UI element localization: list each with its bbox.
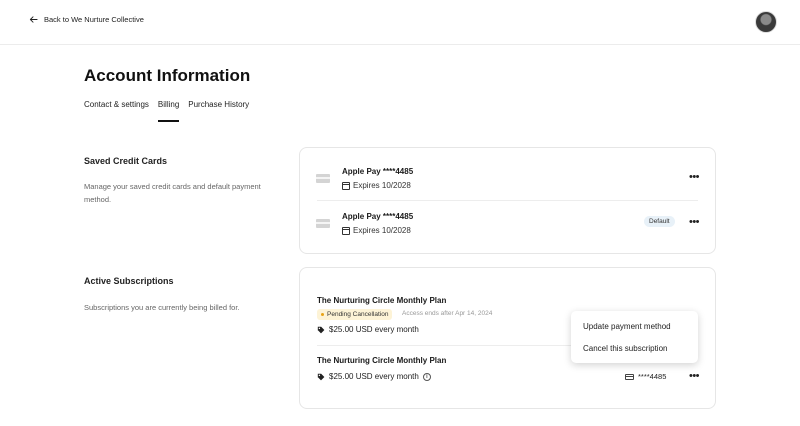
subscription-card-last4: ****4485 xyxy=(638,372,667,381)
subscription-price: $25.00 USD every month i xyxy=(317,372,431,381)
tab-billing[interactable]: Billing xyxy=(157,100,180,122)
credit-card-expiry-label: Expires 10/2028 xyxy=(353,181,411,190)
credit-card-expiry-label: Expires 10/2028 xyxy=(353,226,411,235)
credit-card-icon xyxy=(625,373,634,380)
price-tag-icon xyxy=(317,373,325,380)
subscription-price-label: $25.00 USD every month xyxy=(329,372,419,381)
credit-card-row: Apple Pay ****4485 Expires 10/2028 ••• xyxy=(300,148,715,193)
price-tag-icon xyxy=(317,326,325,333)
calendar-icon xyxy=(342,226,350,235)
saved-cards-description: Manage your saved credit cards and defau… xyxy=(84,182,261,204)
subscriptions-title: Active Subscriptions xyxy=(84,276,174,286)
subscriptions-description: Subscriptions you are currently being bi… xyxy=(84,303,240,312)
default-badge: Default xyxy=(644,216,675,227)
credit-card-name: Apple Pay ****4485 xyxy=(342,212,414,221)
saved-cards-card: Apple Pay ****4485 Expires 10/2028 ••• A… xyxy=(299,147,716,254)
status-dot xyxy=(321,313,324,316)
credit-card-expiry: Expires 10/2028 xyxy=(342,226,411,235)
back-link-label: Back to We Nurture Collective xyxy=(44,15,144,24)
subscription-price: $25.00 USD every month xyxy=(317,325,419,334)
avatar[interactable] xyxy=(755,11,777,33)
subscription-payment-card: ****4485 xyxy=(625,372,666,381)
card-more-button[interactable]: ••• xyxy=(687,217,701,228)
info-icon[interactable]: i xyxy=(422,372,431,381)
tab-contact-settings[interactable]: Contact & settings xyxy=(84,100,149,122)
back-link[interactable]: Back to We Nurture Collective xyxy=(29,15,144,24)
credit-card-icon xyxy=(316,174,330,183)
credit-card-expiry: Expires 10/2028 xyxy=(342,181,411,190)
credit-card-name: Apple Pay ****4485 xyxy=(342,167,414,176)
subscription-actions-menu: Update payment method Cancel this subscr… xyxy=(571,311,698,363)
access-note: Access ends after Apr 14, 2024 xyxy=(402,310,493,317)
calendar-icon xyxy=(342,181,350,190)
top-bar: Back to We Nurture Collective xyxy=(0,0,800,45)
subscription-price-label: $25.00 USD every month xyxy=(329,325,419,334)
subscription-more-button[interactable]: ••• xyxy=(687,371,701,382)
status-badge-label: Pending Cancellation xyxy=(327,311,389,318)
card-more-button[interactable]: ••• xyxy=(687,172,701,183)
subscription-name: The Nurturing Circle Monthly Plan xyxy=(317,296,447,305)
saved-cards-title: Saved Credit Cards xyxy=(84,156,168,166)
credit-card-icon xyxy=(316,219,330,228)
subscription-name: The Nurturing Circle Monthly Plan xyxy=(317,356,447,365)
cancel-subscription-item[interactable]: Cancel this subscription xyxy=(583,344,667,353)
status-badge: Pending Cancellation xyxy=(317,309,393,320)
update-payment-method-item[interactable]: Update payment method xyxy=(583,322,671,331)
tab-purchase-history[interactable]: Purchase History xyxy=(188,100,249,122)
page-title: Account Information xyxy=(84,66,251,85)
arrow-left-icon xyxy=(29,16,38,23)
tab-bar: Contact & settings Billing Purchase Hist… xyxy=(84,100,258,122)
